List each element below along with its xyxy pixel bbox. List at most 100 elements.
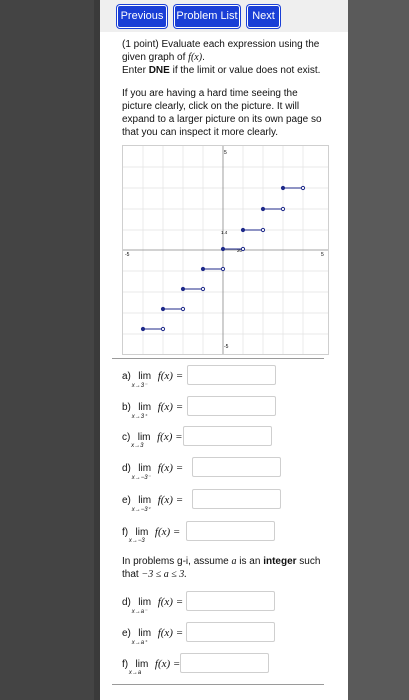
lim-subscript: x→−3⁻ bbox=[131, 474, 151, 481]
answer-input-c[interactable] bbox=[183, 426, 272, 446]
lim-operator: lim x→a bbox=[129, 658, 153, 676]
question-letter: a) bbox=[122, 370, 131, 382]
problem-list-button[interactable]: Problem List bbox=[174, 5, 240, 28]
question-f: f) lim x→−3 f(x) = bbox=[122, 521, 181, 544]
expression: f(x) = bbox=[157, 494, 184, 506]
graph-svg: 5 -5 5 -5 1.4 20 bbox=[123, 146, 328, 354]
right-gutter bbox=[348, 0, 409, 700]
lim-word: lim bbox=[135, 658, 149, 670]
open-dot bbox=[300, 185, 306, 191]
lim-operator: lim x→a⁺ bbox=[132, 627, 156, 646]
answer-input-h[interactable] bbox=[186, 622, 275, 642]
closed-dot bbox=[140, 326, 146, 332]
question-letter: e) bbox=[122, 494, 131, 506]
function-name: f(x) bbox=[188, 52, 203, 63]
open-dot bbox=[280, 206, 286, 212]
closed-dot bbox=[160, 306, 166, 312]
lim-operator: lim x→3 bbox=[131, 431, 155, 449]
integer-note: In problems g-i, assume a is an integer … bbox=[122, 555, 322, 581]
question-letter: c) bbox=[122, 431, 131, 443]
expression: f(x) = bbox=[157, 596, 184, 608]
open-dot bbox=[240, 246, 246, 252]
answer-input-f[interactable] bbox=[186, 521, 275, 541]
enter-rest: if the limit or value does not exist. bbox=[169, 65, 321, 76]
closed-dot bbox=[180, 286, 186, 292]
question-a: a) lim x→3⁻ f(x) = bbox=[122, 365, 184, 389]
lim-word: lim bbox=[138, 596, 152, 608]
help-text: If you are having a hard time seeing the… bbox=[122, 88, 322, 138]
divider bbox=[112, 358, 324, 359]
expression: f(x) = bbox=[154, 526, 181, 538]
question-i: f) lim x→a f(x) = bbox=[122, 653, 181, 676]
open-dot bbox=[200, 286, 206, 292]
previous-button[interactable]: Previous bbox=[117, 5, 167, 28]
point-label-1: 1.4 bbox=[221, 230, 228, 235]
note-text: In problems g-i, assume bbox=[122, 556, 232, 567]
question-letter: f) bbox=[122, 658, 129, 670]
lim-operator: lim x→−3⁺ bbox=[132, 495, 156, 513]
question-b: b) lim x→3⁺ f(x) = bbox=[122, 396, 184, 420]
answer-input-g[interactable] bbox=[186, 591, 275, 611]
closed-dot bbox=[280, 185, 286, 191]
question-letter: d) bbox=[122, 462, 131, 474]
lim-subscript: x→a⁻ bbox=[131, 608, 148, 615]
lim-subscript: x→a bbox=[128, 669, 142, 676]
note-integer: integer bbox=[263, 556, 297, 567]
open-dot bbox=[260, 227, 266, 233]
lim-operator: lim x→3⁺ bbox=[132, 401, 156, 420]
dne-keyword: DNE bbox=[148, 65, 170, 76]
lim-word: lim bbox=[138, 370, 152, 382]
question-h: e) lim x→a⁺ f(x) = bbox=[122, 622, 184, 646]
note-text: is an bbox=[236, 556, 264, 567]
lim-word: lim bbox=[135, 526, 149, 538]
lim-word: lim bbox=[137, 431, 151, 443]
closed-dot bbox=[240, 227, 246, 233]
axis-label-right: 5 bbox=[321, 252, 324, 258]
question-g: d) lim x→a⁻ f(x) = bbox=[122, 591, 184, 615]
lim-operator: lim x→a⁻ bbox=[132, 596, 156, 615]
answer-input-d[interactable] bbox=[192, 457, 281, 477]
expression: f(x) = bbox=[154, 658, 181, 670]
next-button[interactable]: Next bbox=[247, 5, 280, 28]
problem-intro: (1 point) Evaluate each expression using… bbox=[122, 39, 320, 63]
closed-dot bbox=[220, 246, 226, 252]
expression: f(x) = bbox=[157, 431, 183, 443]
lim-subscript: x→−3 bbox=[128, 537, 145, 544]
lim-word: lim bbox=[138, 401, 152, 413]
closed-dot bbox=[260, 206, 266, 212]
lim-word: lim bbox=[138, 462, 152, 474]
axis-label-top: 5 bbox=[224, 150, 227, 156]
axis-label-bottom: -5 bbox=[224, 344, 229, 350]
lim-word: lim bbox=[138, 627, 152, 639]
closed-dot bbox=[200, 266, 206, 272]
enter-label: Enter bbox=[122, 65, 149, 76]
axis-label-left: -5 bbox=[125, 252, 130, 258]
lim-subscript: x→−3⁺ bbox=[131, 506, 151, 513]
divider bbox=[112, 684, 324, 685]
period: . bbox=[202, 52, 205, 63]
answer-input-i[interactable] bbox=[180, 653, 269, 673]
problem-text: (1 point) Evaluate each expression using… bbox=[122, 38, 322, 149]
expression: f(x) = bbox=[157, 370, 184, 382]
expression: f(x) = bbox=[157, 401, 184, 413]
question-letter: b) bbox=[122, 401, 131, 413]
answer-input-b[interactable] bbox=[187, 396, 276, 416]
question-letter: d) bbox=[122, 596, 131, 608]
lim-operator: lim x→−3 bbox=[129, 526, 153, 544]
question-d: d) lim x→−3⁻ f(x) = bbox=[122, 457, 184, 481]
question-c: c) lim x→3 f(x) = bbox=[122, 426, 183, 449]
answer-input-a[interactable] bbox=[187, 365, 276, 385]
lim-subscript: x→3 bbox=[131, 442, 144, 449]
answer-input-e[interactable] bbox=[192, 489, 281, 509]
question-e: e) lim x→−3⁺ f(x) = bbox=[122, 489, 184, 513]
lim-subscript: x→a⁺ bbox=[131, 639, 148, 646]
expression: f(x) = bbox=[157, 627, 184, 639]
open-dot bbox=[160, 326, 166, 332]
lim-operator: lim x→−3⁻ bbox=[132, 462, 156, 481]
expression: f(x) = bbox=[157, 462, 184, 474]
lim-subscript: x→3⁻ bbox=[131, 382, 148, 389]
question-letter: e) bbox=[122, 627, 131, 639]
function-graph[interactable]: 5 -5 5 -5 1.4 20 bbox=[122, 145, 329, 355]
question-letter: f) bbox=[122, 526, 129, 538]
note-range: −3 ≤ a ≤ 3. bbox=[141, 569, 187, 580]
